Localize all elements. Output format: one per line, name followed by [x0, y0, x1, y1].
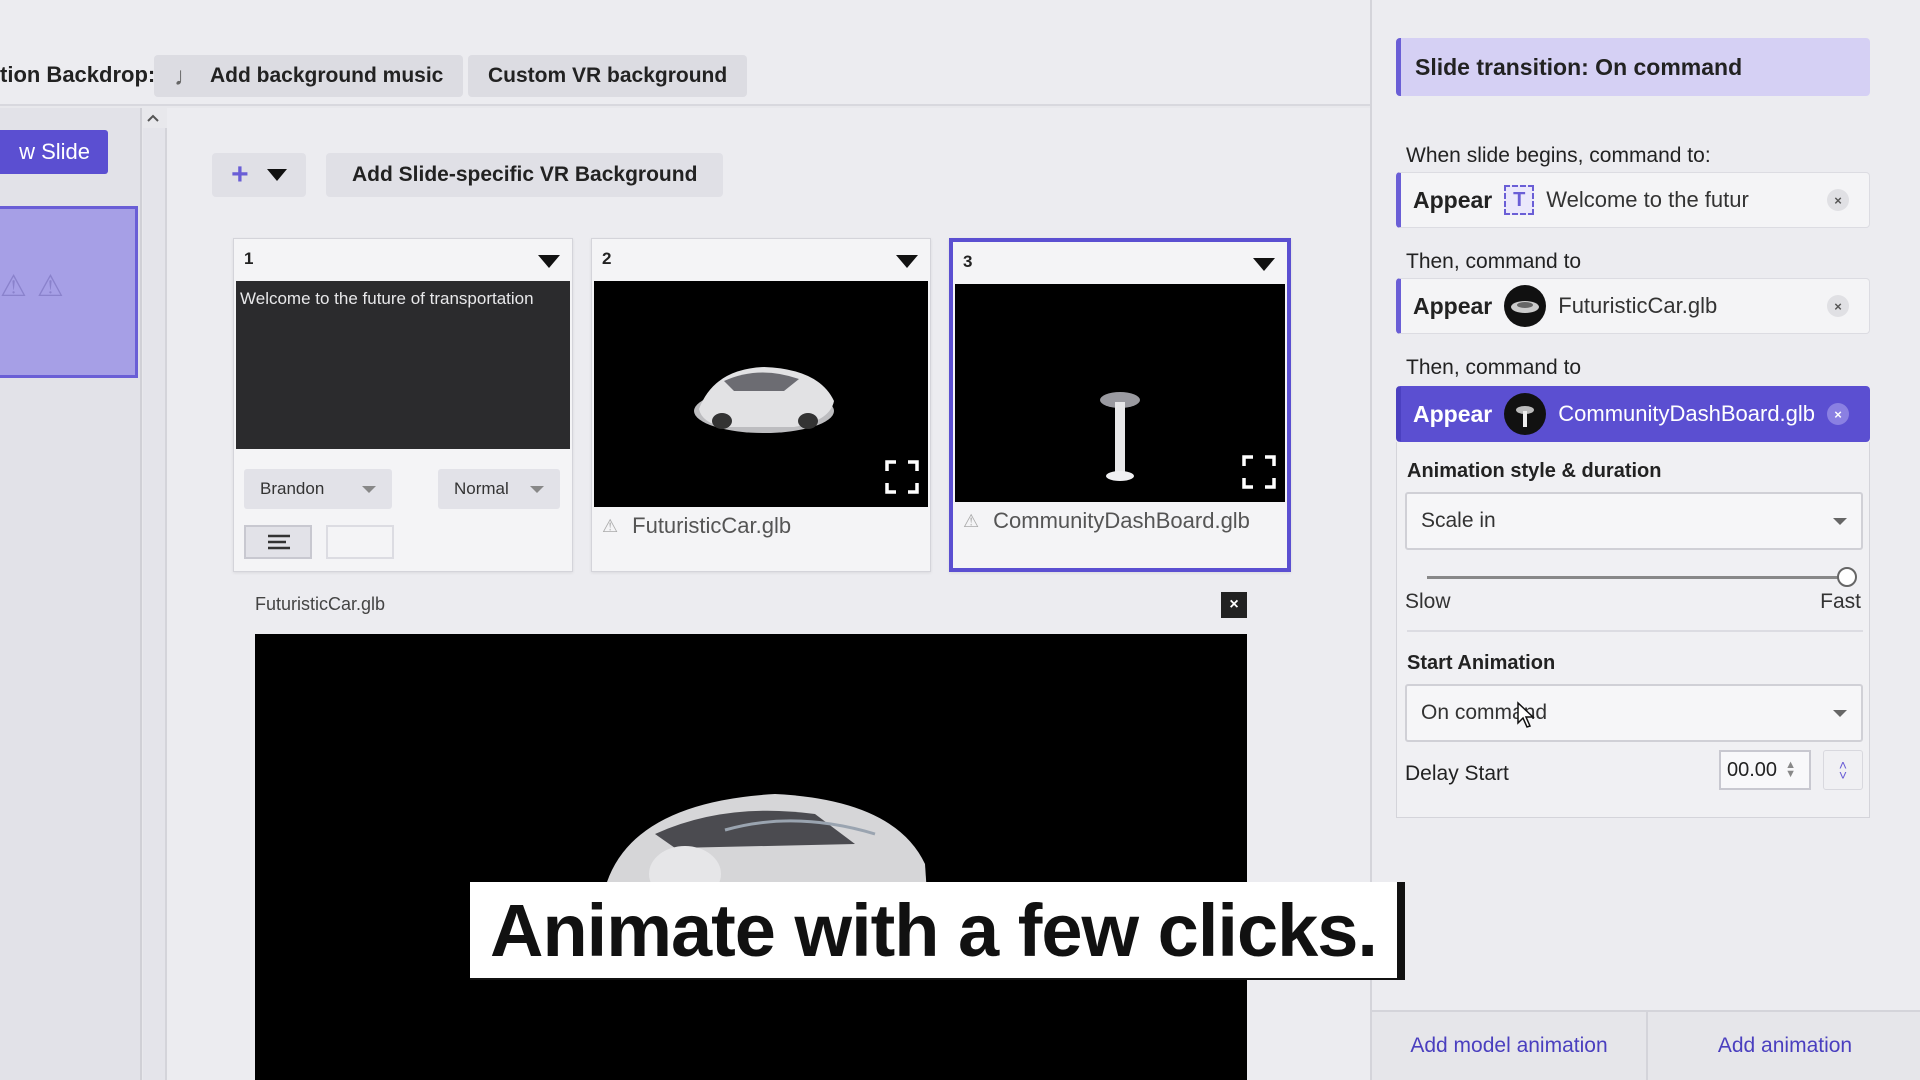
add-background-music-button[interactable]: ♩ Add background music: [154, 55, 464, 97]
plus-icon: +: [231, 158, 249, 191]
music-note-icon: ♩: [174, 60, 200, 91]
speed-fast-label: Fast: [1820, 590, 1861, 613]
chevron-down-icon: [266, 169, 287, 181]
car-model-large-image: [607, 794, 927, 902]
top-toolbar: tion Backdrop: ♩ Add background music Cu…: [0, 0, 1370, 106]
command-verb: Appear: [1413, 400, 1493, 427]
text-icon: T: [1504, 185, 1535, 215]
remove-command-button[interactable]: ×: [1827, 189, 1849, 211]
slide-item-card-1[interactable]: 1 Welcome to the future of transportatio…: [233, 238, 573, 572]
card-number: 1: [244, 249, 254, 268]
dashboard-model-icon: [1504, 393, 1547, 435]
card-menu-chevron-icon[interactable]: [1253, 258, 1275, 271]
model-file-label: ⚠ FuturisticCar.glb: [592, 507, 930, 545]
add-item-dropdown[interactable]: +: [212, 153, 306, 197]
text-preview[interactable]: Welcome to the future of transportation: [236, 281, 570, 449]
speed-slider-handle[interactable]: [1837, 567, 1857, 587]
add-animation-button[interactable]: Add animation: [1648, 1012, 1920, 1080]
model-file-icon: ⚠: [602, 515, 619, 536]
remove-command-button[interactable]: ×: [1827, 295, 1849, 317]
animation-style-value: Scale in: [1421, 509, 1496, 532]
spin-arrows-icon[interactable]: ▲ ▼: [1785, 760, 1796, 780]
mouse-cursor-icon: [1517, 701, 1535, 728]
model-file-label: ⚠ CommunityDashBoard.glb: [953, 502, 1287, 540]
delay-start-value: 00.00: [1727, 758, 1778, 781]
speed-slider-track[interactable]: [1427, 576, 1847, 579]
model-viewer[interactable]: [255, 634, 1247, 1080]
delay-start-label: Delay Start: [1405, 762, 1509, 785]
slide-item-card-3[interactable]: 3 ⚠ CommunityDashBoard.glb: [949, 238, 1291, 572]
model-file-icon: ⚠: [963, 510, 980, 531]
when-slide-begins-label: When slide begins, command to:: [1406, 144, 1711, 167]
delay-start-input[interactable]: 00.00 ▲ ▼: [1719, 750, 1811, 790]
chevron-down-icon: [530, 485, 544, 493]
align-left-icon: [268, 534, 290, 550]
animation-panel: Slide transition: On command When slide …: [1370, 0, 1920, 1080]
command-verb: Appear: [1413, 186, 1493, 213]
car-model-icon: [1504, 285, 1547, 327]
chevron-down-icon: [1833, 518, 1847, 525]
slide-list-panel: w Slide ⚠⚠: [0, 108, 142, 1080]
model-file-name: FuturisticCar.glb: [632, 513, 792, 538]
command-target: FuturisticCar.glb: [1558, 293, 1718, 318]
command-target: CommunityDashBoard.glb: [1558, 401, 1816, 426]
thumbnail-icons: ⚠⚠: [0, 270, 74, 303]
card-number: 2: [602, 249, 612, 268]
scrollbar[interactable]: [143, 128, 167, 1080]
command-row-1[interactable]: Appear T Welcome to the futur ×: [1396, 172, 1870, 228]
remove-command-button[interactable]: ×: [1827, 403, 1849, 425]
font-weight-value: Normal: [454, 479, 509, 498]
scroll-up-icon[interactable]: [146, 110, 160, 124]
new-slide-button[interactable]: w Slide: [0, 130, 108, 174]
speed-slow-label: Slow: [1405, 590, 1451, 613]
add-bar: + Add Slide-specific VR Background: [212, 153, 724, 197]
add-slide-vr-background-button[interactable]: Add Slide-specific VR Background: [326, 153, 724, 197]
start-animation-select[interactable]: On command: [1405, 684, 1863, 742]
video-caption: Animate with a few clicks.: [470, 882, 1405, 980]
panel-footer: Add model animation Add animation: [1372, 1010, 1920, 1080]
chevron-down-icon: [1833, 710, 1847, 717]
custom-vr-background-label: Custom VR background: [488, 64, 728, 87]
add-background-music-label: Add background music: [210, 64, 444, 87]
chevron-down-icon: [362, 485, 376, 493]
delay-stepper-button[interactable]: ˄ ˅: [1823, 750, 1863, 790]
model-file-name: CommunityDashBoard.glb: [993, 508, 1250, 533]
align-left-button[interactable]: [244, 525, 312, 559]
animation-settings-box: Animation style & duration Scale in Slow…: [1396, 442, 1870, 818]
command-row-2[interactable]: Appear FuturisticCar.glb ×: [1396, 278, 1870, 334]
card-number: 3: [963, 252, 973, 271]
model-preview-car[interactable]: [594, 281, 928, 507]
slide-thumbnail[interactable]: ⚠⚠: [0, 206, 138, 378]
slide-item-card-2[interactable]: 2 ⚠ FuturisticCar.glb: [591, 238, 931, 572]
custom-vr-background-button[interactable]: Custom VR background: [468, 55, 748, 97]
start-animation-heading: Start Animation: [1407, 652, 1556, 674]
card-menu-chevron-icon[interactable]: [538, 255, 560, 268]
viewer-title: FuturisticCar.glb: [255, 594, 386, 614]
then-command-label: Then, command to: [1406, 356, 1582, 379]
add-model-animation-button[interactable]: Add model animation: [1372, 1012, 1648, 1080]
animation-style-select[interactable]: Scale in: [1405, 492, 1863, 550]
backdrop-label: tion Backdrop:: [0, 62, 156, 87]
card-menu-chevron-icon[interactable]: [896, 255, 918, 268]
command-target: Welcome to the futur: [1546, 187, 1749, 212]
font-select-value: Brandon: [260, 479, 325, 498]
model-preview-dashboard[interactable]: [955, 284, 1285, 502]
divider: [1407, 630, 1863, 632]
animation-style-heading: Animation style & duration: [1407, 460, 1662, 482]
expand-icon[interactable]: [884, 459, 920, 495]
expand-icon[interactable]: [1241, 454, 1277, 490]
font-select[interactable]: Brandon: [244, 469, 392, 509]
car-model-image: [694, 367, 834, 433]
align-option-button[interactable]: [326, 525, 394, 559]
then-command-label: Then, command to: [1406, 250, 1582, 273]
command-row-3[interactable]: Appear CommunityDashBoard.glb ×: [1396, 386, 1870, 442]
dashboard-model-image: [1100, 392, 1140, 481]
slide-transition-header[interactable]: Slide transition: On command: [1396, 38, 1870, 96]
font-weight-select[interactable]: Normal: [438, 469, 560, 509]
close-viewer-button[interactable]: ×: [1221, 592, 1247, 618]
command-verb: Appear: [1413, 292, 1493, 319]
